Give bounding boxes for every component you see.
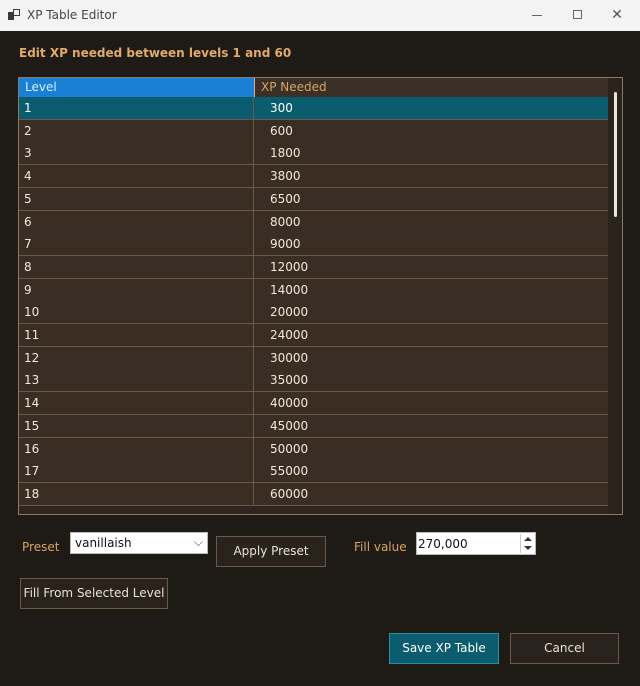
fill-value-spinner[interactable] [520, 534, 534, 553]
app-icon [8, 9, 20, 21]
table-row[interactable]: 4 3800 [19, 165, 608, 189]
cell-level[interactable]: 14 [19, 392, 254, 415]
cell-xp-needed[interactable]: 300 [254, 97, 608, 119]
cell-level[interactable]: 5 [19, 187, 254, 210]
cell-xp-needed[interactable]: 8000 [254, 211, 608, 233]
cancel-button[interactable]: Cancel [510, 633, 619, 664]
fill-value-input[interactable]: 270,000 [416, 532, 536, 555]
table-row[interactable]: 13 35000 [19, 369, 608, 393]
table-row[interactable]: 12 30000 [19, 346, 608, 370]
spinner-up-icon[interactable] [524, 537, 532, 541]
scrollbar-thumb[interactable] [614, 92, 617, 217]
table-row[interactable]: 6 8000 [19, 210, 608, 234]
spinner-down-icon[interactable] [524, 546, 532, 550]
preset-selected-value: vanillaish [75, 536, 132, 550]
table-row[interactable]: 3 1800 [19, 142, 608, 166]
cell-xp-needed[interactable]: 6500 [254, 188, 608, 210]
cell-level[interactable]: 16 [19, 437, 254, 460]
table-row[interactable]: 17 55000 [19, 460, 608, 484]
cell-level[interactable]: 8 [19, 255, 254, 278]
table-row[interactable]: 5 6500 [19, 187, 608, 211]
table-row[interactable]: 10 20000 [19, 301, 608, 325]
cell-level[interactable]: 3 [19, 142, 254, 165]
cell-xp-needed[interactable]: 40000 [254, 392, 608, 414]
maximize-icon [573, 10, 582, 19]
fill-value-label: Fill value [354, 540, 407, 554]
cell-xp-needed[interactable]: 12000 [254, 256, 608, 278]
table-row[interactable]: 7 9000 [19, 233, 608, 257]
cell-level[interactable]: 6 [19, 210, 254, 233]
cell-level[interactable]: 11 [19, 324, 254, 346]
cell-xp-needed[interactable]: 50000 [254, 438, 608, 460]
apply-preset-button[interactable]: Apply Preset [216, 536, 326, 567]
grid-header: Level XP Needed [19, 78, 608, 97]
column-header-level[interactable]: Level [19, 78, 254, 97]
table-row[interactable]: 8 12000 [19, 255, 608, 279]
table-row[interactable]: 1 300 [19, 97, 608, 120]
cell-xp-needed[interactable]: 55000 [254, 460, 608, 482]
cell-level[interactable]: 9 [19, 278, 254, 301]
cell-level[interactable]: 12 [19, 346, 254, 369]
table-row[interactable]: 16 50000 [19, 437, 608, 461]
cell-level[interactable]: 18 [19, 482, 254, 505]
cell-level[interactable]: 17 [19, 460, 254, 483]
table-row[interactable]: 18 60000 [19, 482, 608, 506]
cell-xp-needed[interactable]: 9000 [254, 233, 608, 255]
table-row[interactable]: 15 45000 [19, 414, 608, 438]
cell-xp-needed[interactable]: 3800 [254, 165, 608, 187]
cell-xp-needed[interactable]: 60000 [254, 483, 608, 505]
table-row[interactable]: 9 14000 [19, 278, 608, 302]
xp-table-editor-window: XP Table Editor ✕ Edit XP needed between… [0, 0, 640, 686]
vertical-scrollbar[interactable] [608, 78, 622, 514]
table-row[interactable]: 2 600 [19, 119, 608, 143]
cell-level[interactable]: 15 [19, 414, 254, 437]
preset-dropdown[interactable]: vanillaish ⌵ [70, 532, 208, 554]
cell-level[interactable]: 2 [19, 119, 254, 142]
fill-value-text: 270,000 [418, 537, 468, 551]
cell-xp-needed[interactable]: 35000 [254, 369, 608, 391]
close-icon: ✕ [611, 7, 623, 23]
cell-xp-needed[interactable]: 14000 [254, 279, 608, 301]
cell-xp-needed[interactable]: 30000 [254, 347, 608, 369]
title-bar[interactable]: XP Table Editor ✕ [0, 0, 640, 31]
minimize-icon [532, 15, 542, 16]
chevron-down-icon: ⌵ [193, 535, 203, 549]
window-title: XP Table Editor [27, 8, 117, 22]
cell-xp-needed[interactable]: 24000 [254, 324, 608, 346]
cell-level[interactable]: 4 [19, 165, 254, 188]
preset-label: Preset [22, 540, 60, 554]
table-row[interactable]: 11 24000 [19, 324, 608, 347]
cell-xp-needed[interactable]: 45000 [254, 415, 608, 437]
cell-level[interactable]: 13 [19, 369, 254, 392]
cell-level[interactable]: 10 [19, 301, 254, 324]
table-row[interactable]: 14 40000 [19, 392, 608, 416]
cell-level[interactable]: 7 [19, 233, 254, 256]
cell-xp-needed[interactable]: 600 [254, 120, 608, 142]
cell-xp-needed[interactable]: 20000 [254, 301, 608, 323]
save-xp-table-button[interactable]: Save XP Table [389, 633, 499, 664]
cell-xp-needed[interactable]: 1800 [254, 142, 608, 164]
page-heading: Edit XP needed between levels 1 and 60 [19, 46, 292, 60]
xp-table-grid[interactable]: Level XP Needed 1 300 2 600 3 1800 4 3800 5 6500 6… [18, 77, 623, 515]
close-button[interactable]: ✕ [594, 0, 640, 31]
cell-level[interactable]: 1 [19, 97, 254, 119]
column-header-xp-needed[interactable]: XP Needed [254, 78, 608, 97]
fill-from-selected-level-button[interactable]: Fill From Selected Level [20, 578, 168, 609]
